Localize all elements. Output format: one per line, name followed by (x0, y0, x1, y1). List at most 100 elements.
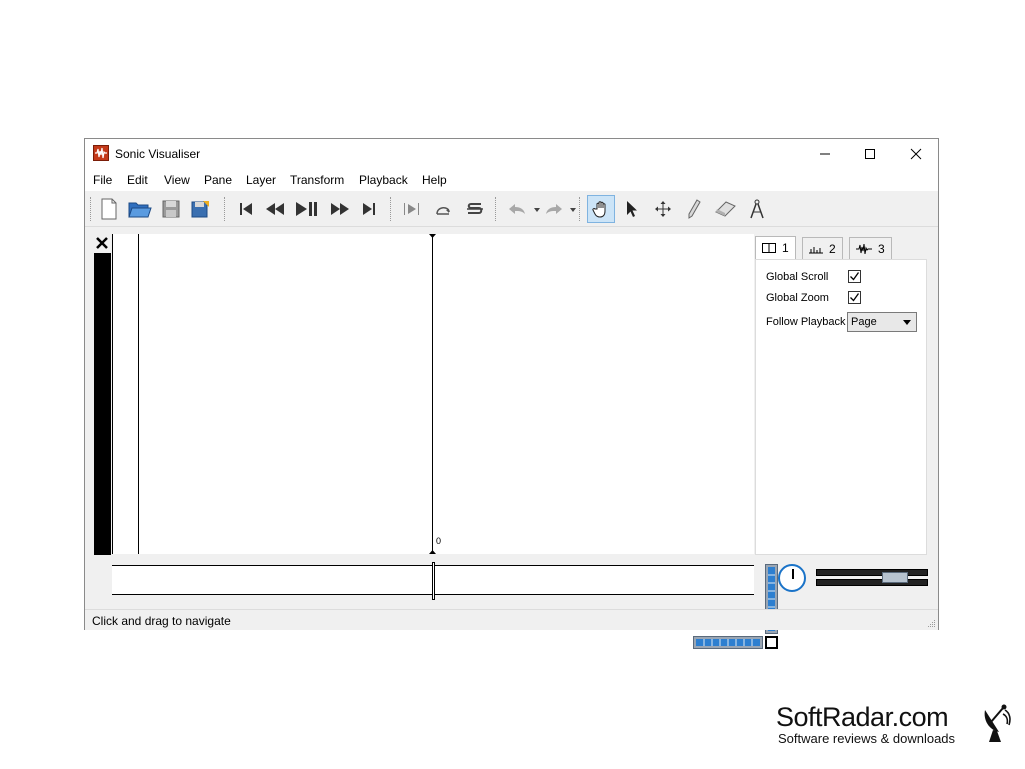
global-scroll-checkbox[interactable] (848, 270, 861, 283)
loop-icon (436, 207, 450, 215)
rewind-start-icon (240, 203, 252, 215)
overview-pane[interactable] (112, 562, 754, 600)
menu-view[interactable]: View (164, 173, 190, 187)
time-zero-label: 0 (436, 536, 442, 546)
undo-button[interactable] (503, 195, 531, 223)
menu-help[interactable]: Help (422, 173, 447, 187)
toolbar-separator (579, 197, 581, 221)
watermark-subtitle: Software reviews & downloads (778, 731, 956, 746)
status-bar: Click and drag to navigate (85, 609, 938, 630)
draw-tool-button[interactable] (680, 195, 708, 223)
follow-playback-select[interactable]: Page (847, 312, 917, 332)
save-icon (162, 200, 180, 218)
measure-icon (750, 199, 764, 219)
waveform-icon (856, 243, 872, 254)
measure-tool-button[interactable] (743, 195, 771, 223)
overview-viewport-handle[interactable] (432, 562, 435, 600)
new-file-button[interactable] (95, 195, 123, 223)
redo-icon (546, 204, 562, 214)
loop-button[interactable] (429, 195, 457, 223)
save-as-icon (191, 201, 209, 218)
toolbar-separator (90, 197, 92, 221)
maximize-button[interactable] (847, 139, 893, 169)
toolbar-separator (390, 197, 392, 221)
follow-playback-label: Follow Playback (766, 316, 846, 328)
menu-edit[interactable]: Edit (127, 173, 148, 187)
playback-cursor[interactable] (429, 234, 436, 554)
close-icon (96, 237, 108, 249)
resize-grip-icon[interactable] (926, 618, 936, 628)
play-pause-icon (296, 202, 317, 216)
global-zoom-label: Global Zoom (766, 292, 829, 304)
satellite-dish-icon (984, 704, 1011, 742)
tab-label: 2 (829, 241, 836, 256)
global-scroll-label: Global Scroll (766, 271, 829, 283)
status-message: Click and drag to navigate (92, 614, 231, 628)
horizontal-zoom-slider[interactable] (693, 636, 763, 649)
slider-track (816, 569, 928, 576)
select-arrow-icon (627, 201, 637, 217)
property-panel: Global Scroll Global Zoom Follow Playbac… (755, 259, 927, 555)
fast-forward-button[interactable] (326, 195, 354, 223)
toolbar-separator (224, 197, 226, 221)
chevron-down-icon (903, 320, 911, 325)
rewind-button[interactable] (261, 195, 289, 223)
erase-tool-button[interactable] (711, 195, 739, 223)
main-pane[interactable]: 0 (112, 234, 778, 649)
navigate-tool-button[interactable] (587, 195, 615, 223)
rewind-icon (266, 203, 284, 215)
toolbar-separator (495, 197, 497, 221)
checkmark-icon (850, 293, 860, 302)
watermark-title: SoftRadar.com (776, 702, 949, 732)
app-window: Sonic Visualiser File Edit View Pane Lay… (84, 138, 939, 649)
select-tool-button[interactable] (618, 195, 646, 223)
new-file-icon (101, 198, 117, 220)
playback-speed-slider[interactable] (816, 569, 928, 587)
fast-forward-end-button[interactable] (355, 195, 383, 223)
app-logo-icon (93, 145, 109, 161)
move-icon (655, 201, 671, 217)
slider-thumb[interactable] (882, 572, 908, 583)
solo-button[interactable] (461, 195, 489, 223)
redo-dropdown-arrow[interactable] (570, 207, 576, 213)
fast-forward-icon (331, 203, 349, 215)
menu-pane[interactable]: Pane (204, 173, 232, 187)
global-zoom-checkbox[interactable] (848, 291, 861, 304)
tab-waveform-3[interactable]: 3 (849, 237, 892, 259)
menu-playback[interactable]: Playback (359, 173, 408, 187)
title-bar: Sonic Visualiser (85, 139, 938, 169)
softradar-watermark: SoftRadar.com Software reviews & downloa… (776, 702, 1016, 752)
tab-ruler-2[interactable]: 2 (802, 237, 843, 259)
toolbar (85, 191, 938, 227)
pane-scale-bar (94, 253, 111, 555)
save-button[interactable] (157, 195, 185, 223)
redo-button[interactable] (540, 195, 568, 223)
playback-gain-dial[interactable] (778, 564, 806, 592)
move-tool-button[interactable] (649, 195, 677, 223)
draw-pencil-icon (688, 199, 701, 219)
play-selection-button[interactable] (398, 195, 426, 223)
tab-pane-1[interactable]: 1 (755, 236, 796, 259)
window-title: Sonic Visualiser (115, 147, 201, 161)
close-button[interactable] (893, 139, 939, 169)
ruler-icon (809, 246, 823, 253)
play-pause-button[interactable] (293, 195, 321, 223)
tab-label: 1 (782, 241, 789, 255)
follow-playback-value: Page (851, 316, 877, 328)
save-as-button[interactable] (187, 195, 215, 223)
pane-close-button[interactable] (94, 235, 110, 251)
pane-ruler-line (138, 234, 139, 554)
menu-layer[interactable]: Layer (246, 173, 276, 187)
open-button[interactable] (126, 195, 154, 223)
minimize-button[interactable] (802, 139, 848, 169)
menu-transform[interactable]: Transform (290, 173, 344, 187)
undo-icon (509, 204, 525, 214)
menu-file[interactable]: File (93, 173, 112, 187)
zoom-reset-button[interactable] (765, 636, 778, 649)
menu-bar: File Edit View Pane Layer Transform Play… (85, 169, 938, 191)
pane-icon (762, 243, 776, 253)
slider-track (816, 579, 928, 586)
play-selection-icon (404, 203, 419, 215)
rewind-start-button[interactable] (232, 195, 260, 223)
open-folder-icon (128, 202, 152, 218)
